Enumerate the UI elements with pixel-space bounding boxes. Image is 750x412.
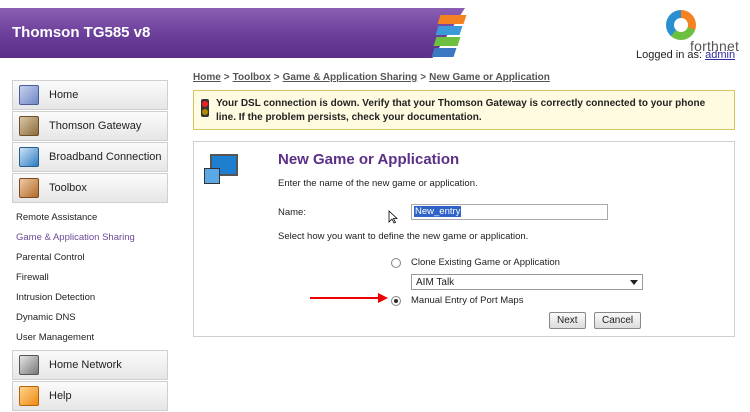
thomson-flag-icon — [431, 15, 467, 57]
sidebar-item-label: Home — [49, 89, 79, 101]
dsl-alert-banner: Your DSL connection is down. Verify that… — [193, 90, 735, 130]
clone-game-select-value: AIM Talk — [416, 277, 455, 288]
sidebar-item-help[interactable]: Help — [12, 381, 168, 411]
sidebar-item-label: Home Network — [49, 359, 122, 371]
sidebar-item-label: Thomson Gateway — [49, 120, 142, 132]
clone-game-select[interactable]: AIM Talk — [411, 274, 643, 290]
toolbox-icon — [19, 178, 39, 198]
forthnet-logo-icon — [666, 10, 696, 40]
home-network-icon — [19, 355, 39, 375]
clone-existing-radio[interactable] — [391, 258, 401, 268]
home-icon — [19, 85, 39, 105]
cancel-button[interactable]: Cancel — [594, 312, 642, 329]
define-instruction: Select how you want to define the new ga… — [278, 231, 529, 242]
manual-entry-label[interactable]: Manual Entry of Port Maps — [411, 295, 523, 306]
submenu-item-parental-control[interactable]: Parental Control — [16, 248, 168, 268]
header: Thomson TG585 v8 forthnet Logged in as: … — [0, 0, 750, 64]
submenu-item-intrusion-detection[interactable]: Intrusion Detection — [16, 288, 168, 308]
breadcrumb-new-game-application[interactable]: New Game or Application — [429, 72, 550, 83]
annotation-arrow-icon — [310, 292, 390, 304]
manual-entry-radio[interactable] — [391, 296, 401, 306]
new-game-panel: New Game or Application Enter the name o… — [193, 141, 735, 337]
logged-in-label: Logged in as: — [636, 49, 703, 61]
submenu-item-user-management[interactable]: User Management — [16, 328, 168, 348]
gateway-icon — [19, 116, 39, 136]
logged-in-status: Logged in as: admin — [636, 49, 735, 61]
help-icon — [19, 386, 39, 406]
submenu-item-firewall[interactable]: Firewall — [16, 268, 168, 288]
sidebar-item-label: Help — [49, 390, 72, 402]
chevron-down-icon — [630, 280, 638, 285]
submenu-item-remote-assistance[interactable]: Remote Assistance — [16, 208, 168, 228]
clone-existing-label[interactable]: Clone Existing Game or Application — [411, 257, 560, 268]
sidebar-item-home[interactable]: Home — [12, 80, 168, 110]
panel-title: New Game or Application — [278, 151, 460, 168]
alert-text: Your DSL connection is down. Verify that… — [216, 98, 706, 123]
game-application-icon — [202, 150, 244, 186]
traffic-light-icon — [201, 99, 209, 117]
sidebar: Home Thomson Gateway Broadband Connectio… — [12, 80, 168, 412]
brand-title: Thomson TG585 v8 — [12, 24, 151, 41]
sidebar-item-label: Broadband Connection — [49, 151, 162, 163]
sidebar-item-toolbox[interactable]: Toolbox — [12, 173, 168, 203]
broadband-icon — [19, 147, 39, 167]
sidebar-item-thomson-gateway[interactable]: Thomson Gateway — [12, 111, 168, 141]
mouse-cursor-icon — [388, 210, 398, 224]
sidebar-item-label: Toolbox — [49, 182, 87, 194]
name-label: Name: — [278, 207, 306, 218]
breadcrumb-toolbox[interactable]: Toolbox — [233, 72, 271, 83]
next-button[interactable]: Next — [549, 312, 586, 329]
toolbox-submenu: Remote Assistance Game & Application Sha… — [12, 204, 168, 350]
submenu-item-game-application-sharing[interactable]: Game & Application Sharing — [16, 228, 168, 248]
breadcrumb-game-application-sharing[interactable]: Game & Application Sharing — [283, 72, 418, 83]
breadcrumb: Home > Toolbox > Game & Application Sharing >… — [193, 72, 550, 83]
sidebar-item-home-network[interactable]: Home Network — [12, 350, 168, 380]
name-input-value: New_entry — [414, 206, 462, 217]
sidebar-item-broadband-connection[interactable]: Broadband Connection — [12, 142, 168, 172]
user-link[interactable]: admin — [705, 49, 735, 61]
submenu-item-dynamic-dns[interactable]: Dynamic DNS — [16, 308, 168, 328]
name-input[interactable]: New_entry — [411, 204, 608, 220]
name-instruction: Enter the name of the new game or applic… — [278, 178, 478, 189]
breadcrumb-home[interactable]: Home — [193, 72, 221, 83]
